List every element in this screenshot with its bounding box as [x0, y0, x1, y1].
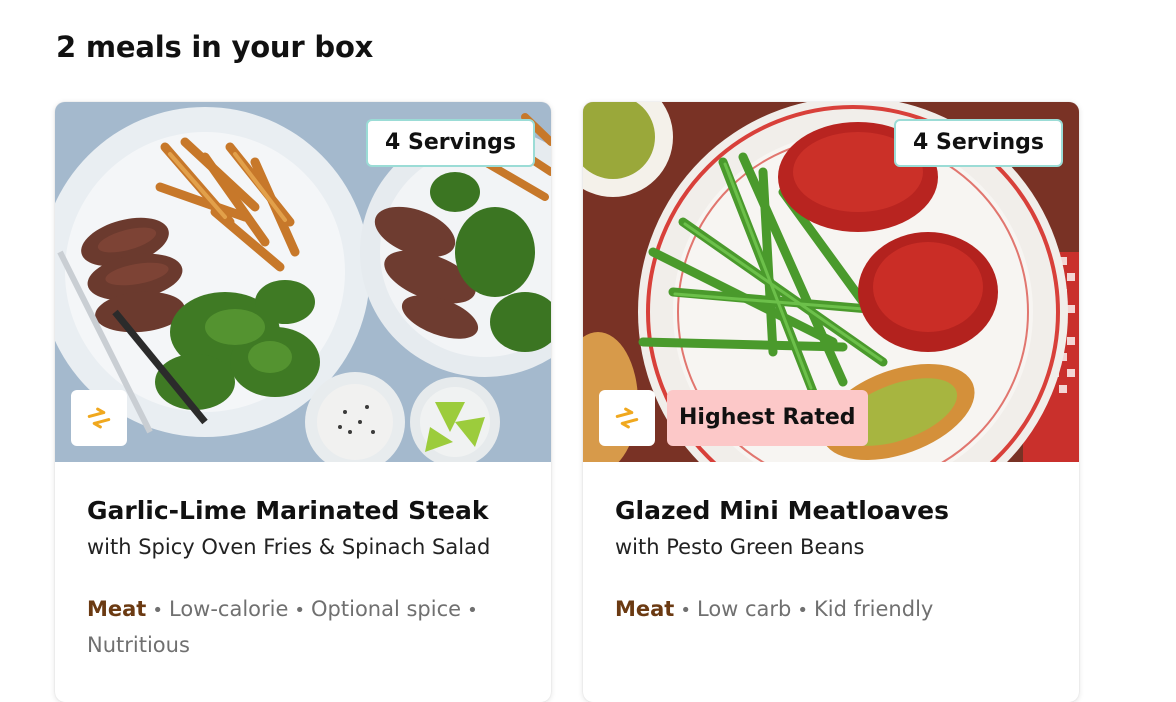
swap-meal-button[interactable] — [71, 390, 127, 446]
meal-tag: Kid friendly — [814, 597, 934, 621]
tag-separator: • — [467, 600, 478, 621]
tag-separator: • — [797, 600, 809, 621]
swap-meal-button[interactable] — [599, 390, 655, 446]
tag-separator: • — [294, 600, 306, 621]
meal-subtitle: with Pesto Green Beans — [615, 535, 865, 559]
meal-tags: Meat • Low-calorie • Optional spice • Nutritio… — [87, 592, 519, 662]
page-title: 2 meals in your box — [56, 30, 374, 64]
swap-arrows-icon — [87, 407, 111, 429]
meal-info: Garlic-Lime Marinated Steak with Spicy O… — [55, 462, 551, 662]
meal-subtitle: with Spicy Oven Fries & Spinach Salad — [87, 535, 491, 559]
primary-tag: Meat — [87, 597, 147, 621]
meal-info: Glazed Mini Meatloaves with Pesto Green … — [583, 462, 1079, 628]
tag-separator: • — [152, 600, 163, 621]
meal-tag: Nutritious — [87, 633, 190, 657]
meal-tags: Meat • Low carb • Kid friendly — [615, 592, 1047, 628]
meal-title[interactable]: Garlic-Lime Marinated Steak — [87, 494, 519, 528]
meal-card-meatloaves[interactable]: 4 Servings Highest Rated Glazed Mini Mea… — [583, 102, 1079, 702]
meal-tag: Optional spice — [311, 597, 462, 621]
tag-separator: • — [680, 600, 691, 621]
meal-card-steak[interactable]: 4 Servings Garlic-Lime Marinated Steak w… — [55, 102, 551, 702]
servings-badge: 4 Servings — [894, 119, 1063, 167]
meal-tag: Low-calorie — [168, 597, 289, 621]
highest-rated-badge: Highest Rated — [667, 390, 868, 446]
meal-image: 4 Servings — [55, 102, 551, 462]
meal-image: 4 Servings Highest Rated — [583, 102, 1079, 462]
primary-tag: Meat — [615, 597, 675, 621]
meal-title[interactable]: Glazed Mini Meatloaves — [615, 494, 1047, 528]
swap-arrows-icon — [615, 407, 639, 429]
meal-tag: Low carb — [696, 597, 792, 621]
servings-badge: 4 Servings — [366, 119, 535, 167]
